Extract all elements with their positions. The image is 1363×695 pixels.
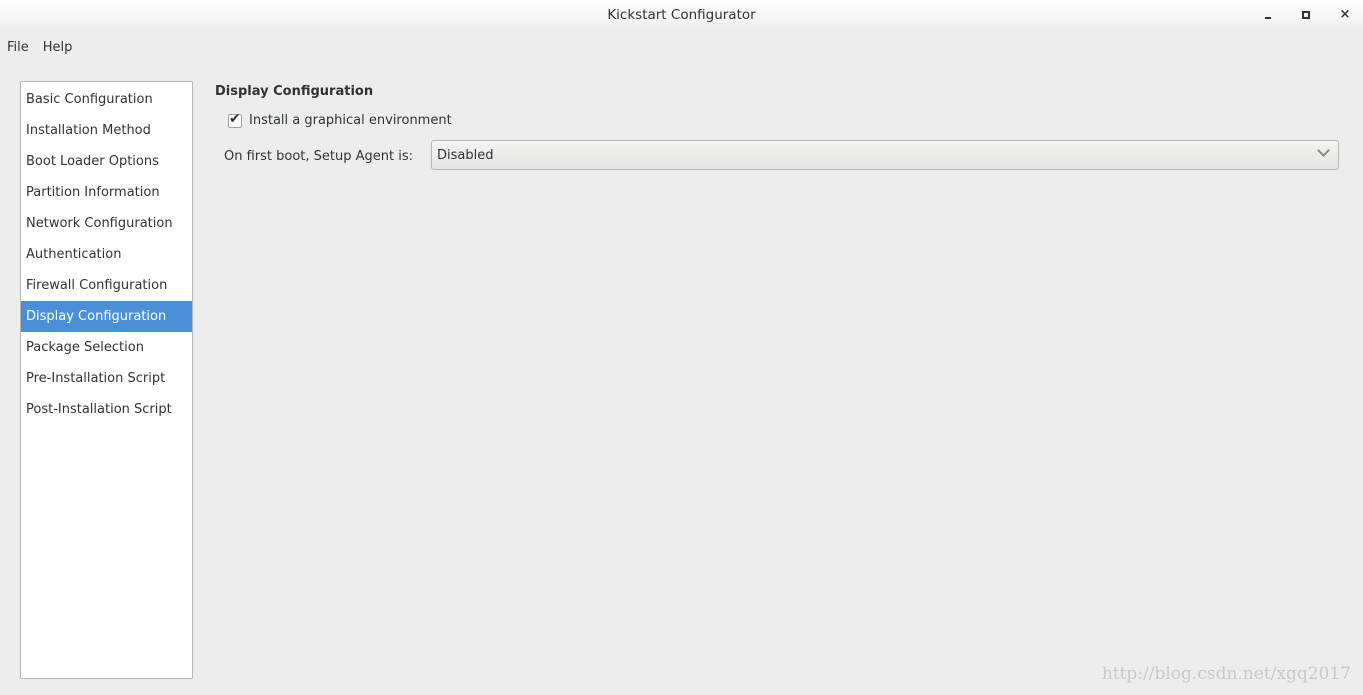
sidebar-item-partition-information[interactable]: Partition Information	[21, 177, 192, 208]
sidebar-item-package-selection[interactable]: Package Selection	[21, 332, 192, 363]
close-icon[interactable]: ×	[1335, 6, 1355, 26]
sidebar-item-basic-configuration[interactable]: Basic Configuration	[21, 84, 192, 115]
menu-file[interactable]: File	[0, 37, 36, 59]
chevron-down-icon	[1317, 144, 1330, 157]
sidebar-list: Basic Configuration Installation Method …	[20, 81, 193, 679]
sidebar-item-display-configuration[interactable]: Display Configuration	[21, 301, 192, 332]
sidebar-item-pre-installation-script[interactable]: Pre-Installation Script	[21, 363, 192, 394]
install-graphical-checkbox[interactable]: Install a graphical environment	[228, 111, 452, 128]
install-graphical-label: Install a graphical environment	[249, 113, 452, 128]
window-title: Kickstart Configurator	[607, 7, 756, 23]
watermark: http://blog.csdn.net/xgq2017	[1101, 664, 1351, 684]
section-heading: Display Configuration	[215, 84, 374, 99]
setup-agent-value: Disabled	[437, 148, 494, 163]
minimize-icon[interactable]	[1258, 6, 1278, 26]
sidebar-item-post-installation-script[interactable]: Post-Installation Script	[21, 394, 192, 425]
checkbox-checked-icon[interactable]	[228, 111, 242, 128]
setup-agent-dropdown[interactable]: Disabled	[431, 140, 1339, 170]
menu-help[interactable]: Help	[36, 37, 80, 59]
sidebar-item-firewall-configuration[interactable]: Firewall Configuration	[21, 270, 192, 301]
sidebar-item-boot-loader-options[interactable]: Boot Loader Options	[21, 146, 192, 177]
maximize-icon[interactable]	[1296, 6, 1316, 26]
title-bar: Kickstart Configurator ×	[0, 0, 1363, 31]
setup-agent-label: On first boot, Setup Agent is:	[224, 149, 414, 164]
sidebar-item-authentication[interactable]: Authentication	[21, 239, 192, 270]
sidebar-item-installation-method[interactable]: Installation Method	[21, 115, 192, 146]
menu-bar: File Help	[0, 37, 79, 59]
sidebar-item-network-configuration[interactable]: Network Configuration	[21, 208, 192, 239]
